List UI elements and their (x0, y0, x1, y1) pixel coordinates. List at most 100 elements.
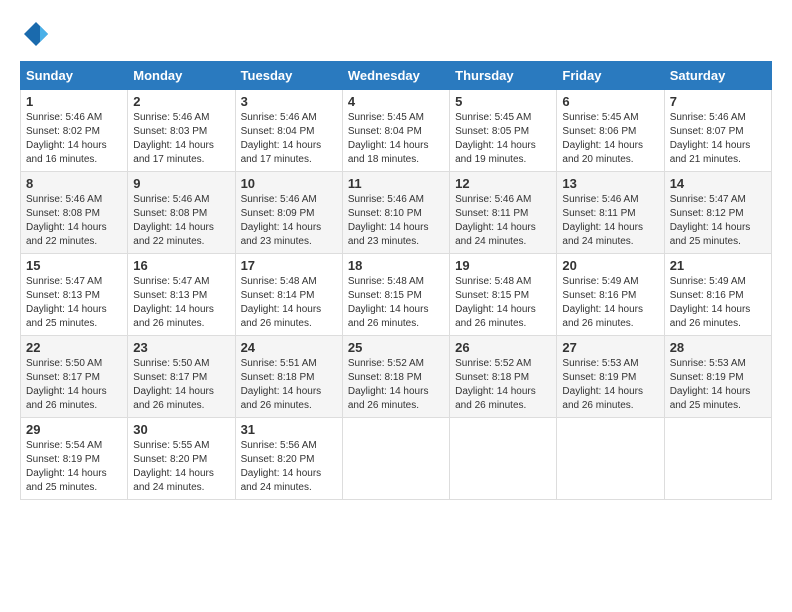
day-number: 8 (26, 176, 122, 191)
calendar-cell: 21 Sunrise: 5:49 AM Sunset: 8:16 PM Dayl… (664, 254, 771, 336)
day-number: 29 (26, 422, 122, 437)
calendar-cell: 20 Sunrise: 5:49 AM Sunset: 8:16 PM Dayl… (557, 254, 664, 336)
calendar-cell: 9 Sunrise: 5:46 AM Sunset: 8:08 PM Dayli… (128, 172, 235, 254)
day-info: Sunrise: 5:46 AM Sunset: 8:08 PM Dayligh… (26, 193, 122, 249)
day-info: Sunrise: 5:48 AM Sunset: 8:14 PM Dayligh… (241, 275, 337, 331)
calendar-table: SundayMondayTuesdayWednesdayThursdayFrid… (20, 61, 772, 500)
day-info: Sunrise: 5:46 AM Sunset: 8:03 PM Dayligh… (133, 111, 229, 167)
day-number: 21 (670, 258, 766, 273)
calendar-cell: 24 Sunrise: 5:51 AM Sunset: 8:18 PM Dayl… (235, 336, 342, 418)
calendar-cell: 12 Sunrise: 5:46 AM Sunset: 8:11 PM Dayl… (450, 172, 557, 254)
calendar-cell (664, 418, 771, 500)
day-number: 18 (348, 258, 444, 273)
day-number: 27 (562, 340, 658, 355)
day-number: 11 (348, 176, 444, 191)
day-info: Sunrise: 5:46 AM Sunset: 8:08 PM Dayligh… (133, 193, 229, 249)
day-number: 15 (26, 258, 122, 273)
day-info: Sunrise: 5:50 AM Sunset: 8:17 PM Dayligh… (26, 357, 122, 413)
calendar-cell: 7 Sunrise: 5:46 AM Sunset: 8:07 PM Dayli… (664, 90, 771, 172)
day-info: Sunrise: 5:50 AM Sunset: 8:17 PM Dayligh… (133, 357, 229, 413)
calendar-cell: 3 Sunrise: 5:46 AM Sunset: 8:04 PM Dayli… (235, 90, 342, 172)
day-number: 1 (26, 94, 122, 109)
calendar-week-row: 22 Sunrise: 5:50 AM Sunset: 8:17 PM Dayl… (21, 336, 772, 418)
calendar-cell: 10 Sunrise: 5:46 AM Sunset: 8:09 PM Dayl… (235, 172, 342, 254)
calendar-cell: 15 Sunrise: 5:47 AM Sunset: 8:13 PM Dayl… (21, 254, 128, 336)
weekday-header: Friday (557, 62, 664, 90)
day-number: 10 (241, 176, 337, 191)
calendar-cell: 4 Sunrise: 5:45 AM Sunset: 8:04 PM Dayli… (342, 90, 449, 172)
day-number: 3 (241, 94, 337, 109)
day-number: 24 (241, 340, 337, 355)
calendar-cell (450, 418, 557, 500)
weekday-header: Thursday (450, 62, 557, 90)
day-info: Sunrise: 5:46 AM Sunset: 8:07 PM Dayligh… (670, 111, 766, 167)
calendar-cell: 26 Sunrise: 5:52 AM Sunset: 8:18 PM Dayl… (450, 336, 557, 418)
day-info: Sunrise: 5:46 AM Sunset: 8:02 PM Dayligh… (26, 111, 122, 167)
calendar-week-row: 29 Sunrise: 5:54 AM Sunset: 8:19 PM Dayl… (21, 418, 772, 500)
day-number: 22 (26, 340, 122, 355)
calendar-cell (557, 418, 664, 500)
day-number: 13 (562, 176, 658, 191)
calendar-cell: 1 Sunrise: 5:46 AM Sunset: 8:02 PM Dayli… (21, 90, 128, 172)
calendar-cell: 30 Sunrise: 5:55 AM Sunset: 8:20 PM Dayl… (128, 418, 235, 500)
day-info: Sunrise: 5:49 AM Sunset: 8:16 PM Dayligh… (670, 275, 766, 331)
calendar-cell: 8 Sunrise: 5:46 AM Sunset: 8:08 PM Dayli… (21, 172, 128, 254)
day-number: 26 (455, 340, 551, 355)
calendar-cell (342, 418, 449, 500)
day-number: 9 (133, 176, 229, 191)
calendar-week-row: 8 Sunrise: 5:46 AM Sunset: 8:08 PM Dayli… (21, 172, 772, 254)
day-info: Sunrise: 5:46 AM Sunset: 8:10 PM Dayligh… (348, 193, 444, 249)
day-number: 28 (670, 340, 766, 355)
day-number: 25 (348, 340, 444, 355)
calendar-week-row: 15 Sunrise: 5:47 AM Sunset: 8:13 PM Dayl… (21, 254, 772, 336)
day-info: Sunrise: 5:52 AM Sunset: 8:18 PM Dayligh… (455, 357, 551, 413)
calendar-cell: 18 Sunrise: 5:48 AM Sunset: 8:15 PM Dayl… (342, 254, 449, 336)
calendar-cell: 14 Sunrise: 5:47 AM Sunset: 8:12 PM Dayl… (664, 172, 771, 254)
day-info: Sunrise: 5:52 AM Sunset: 8:18 PM Dayligh… (348, 357, 444, 413)
logo (20, 20, 50, 53)
weekday-header: Monday (128, 62, 235, 90)
day-info: Sunrise: 5:45 AM Sunset: 8:05 PM Dayligh… (455, 111, 551, 167)
day-info: Sunrise: 5:53 AM Sunset: 8:19 PM Dayligh… (562, 357, 658, 413)
calendar-cell: 11 Sunrise: 5:46 AM Sunset: 8:10 PM Dayl… (342, 172, 449, 254)
day-info: Sunrise: 5:48 AM Sunset: 8:15 PM Dayligh… (348, 275, 444, 331)
calendar-cell: 6 Sunrise: 5:45 AM Sunset: 8:06 PM Dayli… (557, 90, 664, 172)
day-info: Sunrise: 5:45 AM Sunset: 8:06 PM Dayligh… (562, 111, 658, 167)
calendar-cell: 19 Sunrise: 5:48 AM Sunset: 8:15 PM Dayl… (450, 254, 557, 336)
day-info: Sunrise: 5:49 AM Sunset: 8:16 PM Dayligh… (562, 275, 658, 331)
day-number: 16 (133, 258, 229, 273)
day-info: Sunrise: 5:53 AM Sunset: 8:19 PM Dayligh… (670, 357, 766, 413)
day-info: Sunrise: 5:54 AM Sunset: 8:19 PM Dayligh… (26, 439, 122, 495)
day-number: 20 (562, 258, 658, 273)
day-info: Sunrise: 5:47 AM Sunset: 8:13 PM Dayligh… (133, 275, 229, 331)
day-info: Sunrise: 5:45 AM Sunset: 8:04 PM Dayligh… (348, 111, 444, 167)
calendar-cell: 27 Sunrise: 5:53 AM Sunset: 8:19 PM Dayl… (557, 336, 664, 418)
day-info: Sunrise: 5:47 AM Sunset: 8:13 PM Dayligh… (26, 275, 122, 331)
calendar-cell: 17 Sunrise: 5:48 AM Sunset: 8:14 PM Dayl… (235, 254, 342, 336)
day-number: 23 (133, 340, 229, 355)
calendar-header-row: SundayMondayTuesdayWednesdayThursdayFrid… (21, 62, 772, 90)
day-info: Sunrise: 5:46 AM Sunset: 8:11 PM Dayligh… (455, 193, 551, 249)
day-number: 4 (348, 94, 444, 109)
day-number: 30 (133, 422, 229, 437)
day-info: Sunrise: 5:46 AM Sunset: 8:09 PM Dayligh… (241, 193, 337, 249)
day-info: Sunrise: 5:46 AM Sunset: 8:04 PM Dayligh… (241, 111, 337, 167)
day-info: Sunrise: 5:51 AM Sunset: 8:18 PM Dayligh… (241, 357, 337, 413)
day-number: 2 (133, 94, 229, 109)
day-info: Sunrise: 5:46 AM Sunset: 8:11 PM Dayligh… (562, 193, 658, 249)
day-number: 17 (241, 258, 337, 273)
calendar-cell: 5 Sunrise: 5:45 AM Sunset: 8:05 PM Dayli… (450, 90, 557, 172)
day-number: 14 (670, 176, 766, 191)
day-info: Sunrise: 5:48 AM Sunset: 8:15 PM Dayligh… (455, 275, 551, 331)
calendar-cell: 2 Sunrise: 5:46 AM Sunset: 8:03 PM Dayli… (128, 90, 235, 172)
weekday-header: Wednesday (342, 62, 449, 90)
day-info: Sunrise: 5:47 AM Sunset: 8:12 PM Dayligh… (670, 193, 766, 249)
weekday-header: Saturday (664, 62, 771, 90)
day-info: Sunrise: 5:56 AM Sunset: 8:20 PM Dayligh… (241, 439, 337, 495)
calendar-cell: 28 Sunrise: 5:53 AM Sunset: 8:19 PM Dayl… (664, 336, 771, 418)
day-number: 12 (455, 176, 551, 191)
logo-icon (22, 20, 50, 48)
calendar-cell: 29 Sunrise: 5:54 AM Sunset: 8:19 PM Dayl… (21, 418, 128, 500)
weekday-header: Tuesday (235, 62, 342, 90)
calendar-cell: 31 Sunrise: 5:56 AM Sunset: 8:20 PM Dayl… (235, 418, 342, 500)
